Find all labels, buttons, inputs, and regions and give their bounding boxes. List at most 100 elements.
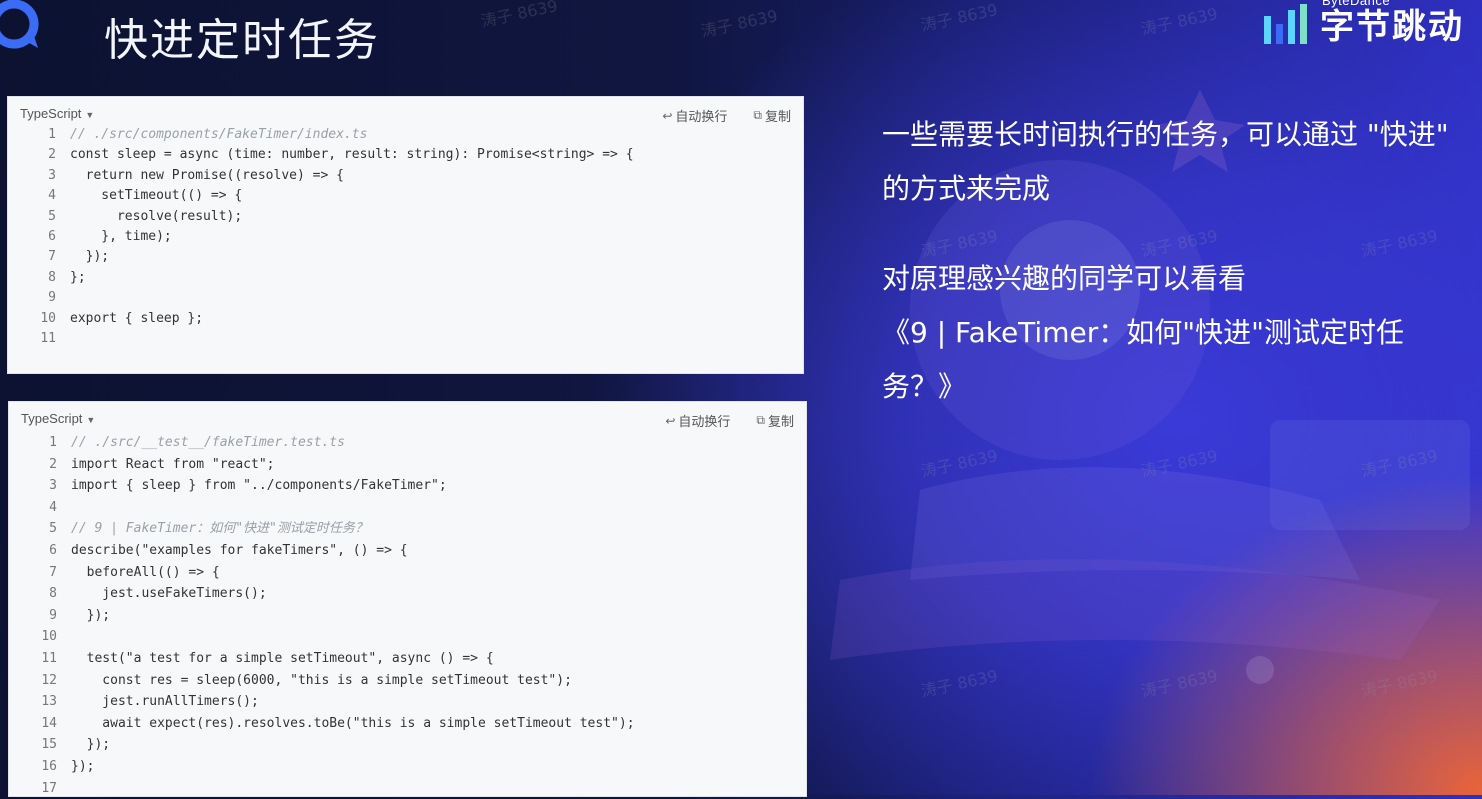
line-number: 1 bbox=[8, 125, 70, 145]
code-line: 7 }); bbox=[8, 247, 634, 267]
line-number: 12 bbox=[9, 670, 71, 692]
line-number: 14 bbox=[9, 713, 71, 735]
code-text: // 9 | FakeTimer：如何"快进"测试定时任务？ bbox=[71, 518, 368, 540]
code-line: 13 jest.runAllTimers(); bbox=[9, 691, 635, 713]
line-number: 9 bbox=[8, 288, 70, 308]
code-line: 11 test("a test for a simple setTimeout"… bbox=[9, 648, 635, 670]
code-line: 10 bbox=[9, 626, 635, 648]
description-para-2: 对原理感兴趣的同学可以看看 《9 | FakeTimer：如何"快进"测试定时任… bbox=[882, 252, 1462, 414]
wrap-label: 自动换行 bbox=[678, 411, 730, 430]
code-text: export { sleep }; bbox=[70, 309, 203, 329]
code-block: 1// ./src/__test__/fakeTimer.test.ts 2im… bbox=[9, 432, 635, 799]
code-line: 8 jest.useFakeTimers(); bbox=[9, 583, 635, 605]
line-number: 1 bbox=[9, 432, 71, 454]
code-line: 10export { sleep }; bbox=[8, 309, 634, 329]
code-text: }); bbox=[71, 756, 94, 778]
code-text: // ./src/components/FakeTimer/index.ts bbox=[70, 125, 367, 145]
line-number: 6 bbox=[9, 540, 71, 562]
code-text: await expect(res).resolves.toBe("this is… bbox=[71, 713, 635, 735]
code-panel-test: TypeScript ▼ ↩自动换行 ⧉复制 1// ./src/__test__… bbox=[8, 401, 807, 797]
code-text: return new Promise((resolve) => { bbox=[70, 166, 344, 186]
article-reference-link[interactable]: 《9 | FakeTimer：如何"快进"测试定时任务？》 bbox=[882, 306, 1462, 414]
code-line: 3 return new Promise((resolve) => { bbox=[8, 166, 634, 186]
description-para-1: 一些需要长时间执行的任务，可以通过 "快进" 的方式来完成 bbox=[882, 108, 1462, 216]
line-number: 10 bbox=[8, 309, 70, 329]
line-number: 3 bbox=[9, 475, 71, 497]
code-text: }, time); bbox=[70, 227, 172, 247]
line-number: 11 bbox=[9, 648, 71, 670]
bytedance-logo: ByteDance 字节跳动 bbox=[1264, 0, 1464, 46]
copy-label: 复制 bbox=[765, 106, 791, 125]
line-number: 6 bbox=[8, 227, 70, 247]
code-text: import React from "react"; bbox=[71, 454, 275, 476]
code-text: const sleep = async (time: number, resul… bbox=[70, 145, 634, 165]
code-text: jest.useFakeTimers(); bbox=[71, 583, 267, 605]
line-number: 16 bbox=[9, 756, 71, 778]
watermark: 涛子 8639 bbox=[1138, 0, 1219, 40]
line-number: 13 bbox=[9, 691, 71, 713]
line-number: 11 bbox=[8, 329, 70, 349]
code-line: 4 setTimeout(() => { bbox=[8, 186, 634, 206]
caret-down-icon: ▼ bbox=[86, 415, 95, 425]
language-label: TypeScript bbox=[21, 411, 82, 426]
line-number: 5 bbox=[8, 207, 70, 227]
code-line: 5 resolve(result); bbox=[8, 207, 634, 227]
code-line: 7 beforeAll(() => { bbox=[9, 562, 635, 584]
copy-button[interactable]: ⧉复制 bbox=[756, 411, 794, 430]
line-number: 9 bbox=[9, 605, 71, 627]
line-number: 3 bbox=[8, 166, 70, 186]
code-text: }); bbox=[71, 605, 110, 627]
course-logo-icon bbox=[0, 0, 46, 56]
line-number: 17 bbox=[9, 778, 71, 799]
line-number: 4 bbox=[9, 497, 71, 519]
copy-icon: ⧉ bbox=[753, 108, 762, 123]
watermark: 涛子 8639 bbox=[478, 0, 559, 32]
line-number: 2 bbox=[9, 454, 71, 476]
code-text: // ./src/__test__/fakeTimer.test.ts bbox=[71, 432, 345, 454]
code-text: const res = sleep(6000, "this is a simpl… bbox=[71, 670, 572, 692]
code-panel-header: TypeScript▼ ↩自动换行 ⧉复制 bbox=[8, 97, 803, 119]
description: 一些需要长时间执行的任务，可以通过 "快进" 的方式来完成 对原理感兴趣的同学可… bbox=[882, 108, 1462, 414]
code-line: 14 await expect(res).resolves.toBe("this… bbox=[9, 713, 635, 735]
code-line: 9 }); bbox=[9, 605, 635, 627]
wrap-label: 自动换行 bbox=[675, 106, 727, 125]
language-select[interactable]: TypeScript ▼ bbox=[21, 411, 95, 426]
code-text: }); bbox=[70, 247, 109, 267]
wrap-icon: ↩ bbox=[662, 109, 672, 123]
copy-icon: ⧉ bbox=[756, 413, 765, 428]
word-wrap-button[interactable]: ↩自动换行 bbox=[665, 411, 730, 430]
code-line: 12 const res = sleep(6000, "this is a si… bbox=[9, 670, 635, 692]
code-line: 16}); bbox=[9, 756, 635, 778]
line-number: 7 bbox=[9, 562, 71, 584]
line-number: 7 bbox=[8, 247, 70, 267]
code-line: 1// ./src/__test__/fakeTimer.test.ts bbox=[9, 432, 635, 454]
code-line: 1// ./src/components/FakeTimer/index.ts bbox=[8, 125, 634, 145]
code-text: }; bbox=[70, 268, 86, 288]
code-text: import { sleep } from "../components/Fak… bbox=[71, 475, 447, 497]
line-number: 4 bbox=[8, 186, 70, 206]
code-line: 5// 9 | FakeTimer：如何"快进"测试定时任务？ bbox=[9, 518, 635, 540]
line-number: 15 bbox=[9, 734, 71, 756]
language-label: TypeScript bbox=[20, 106, 81, 121]
line-number: 2 bbox=[8, 145, 70, 165]
word-wrap-button[interactable]: ↩自动换行 bbox=[662, 106, 727, 125]
description-para-2-line: 对原理感兴趣的同学可以看看 bbox=[882, 262, 1246, 295]
code-line: 11 bbox=[8, 329, 634, 349]
code-text: }); bbox=[71, 734, 110, 756]
caret-down-icon: ▼ bbox=[85, 110, 94, 120]
code-line: 8}; bbox=[8, 268, 634, 288]
code-panel-index: TypeScript ▼ ↩自动换行 ⧉复制 1// ./src/componen… bbox=[7, 96, 804, 374]
brand-cn: 字节跳动 bbox=[1320, 8, 1464, 46]
code-block: 1// ./src/components/FakeTimer/index.ts … bbox=[8, 125, 634, 349]
code-line: 17 bbox=[9, 778, 635, 799]
language-select[interactable]: TypeScript ▼ bbox=[20, 106, 94, 121]
watermark: 涛子 8639 bbox=[698, 2, 779, 42]
code-text: resolve(result); bbox=[70, 207, 242, 227]
code-text: beforeAll(() => { bbox=[71, 562, 220, 584]
bytedance-bars-icon bbox=[1264, 2, 1310, 46]
code-line: 9 bbox=[8, 288, 634, 308]
copy-button[interactable]: ⧉复制 bbox=[753, 106, 791, 125]
code-text: test("a test for a simple setTimeout", a… bbox=[71, 648, 494, 670]
line-number: 10 bbox=[9, 626, 71, 648]
code-line: 4 bbox=[9, 497, 635, 519]
